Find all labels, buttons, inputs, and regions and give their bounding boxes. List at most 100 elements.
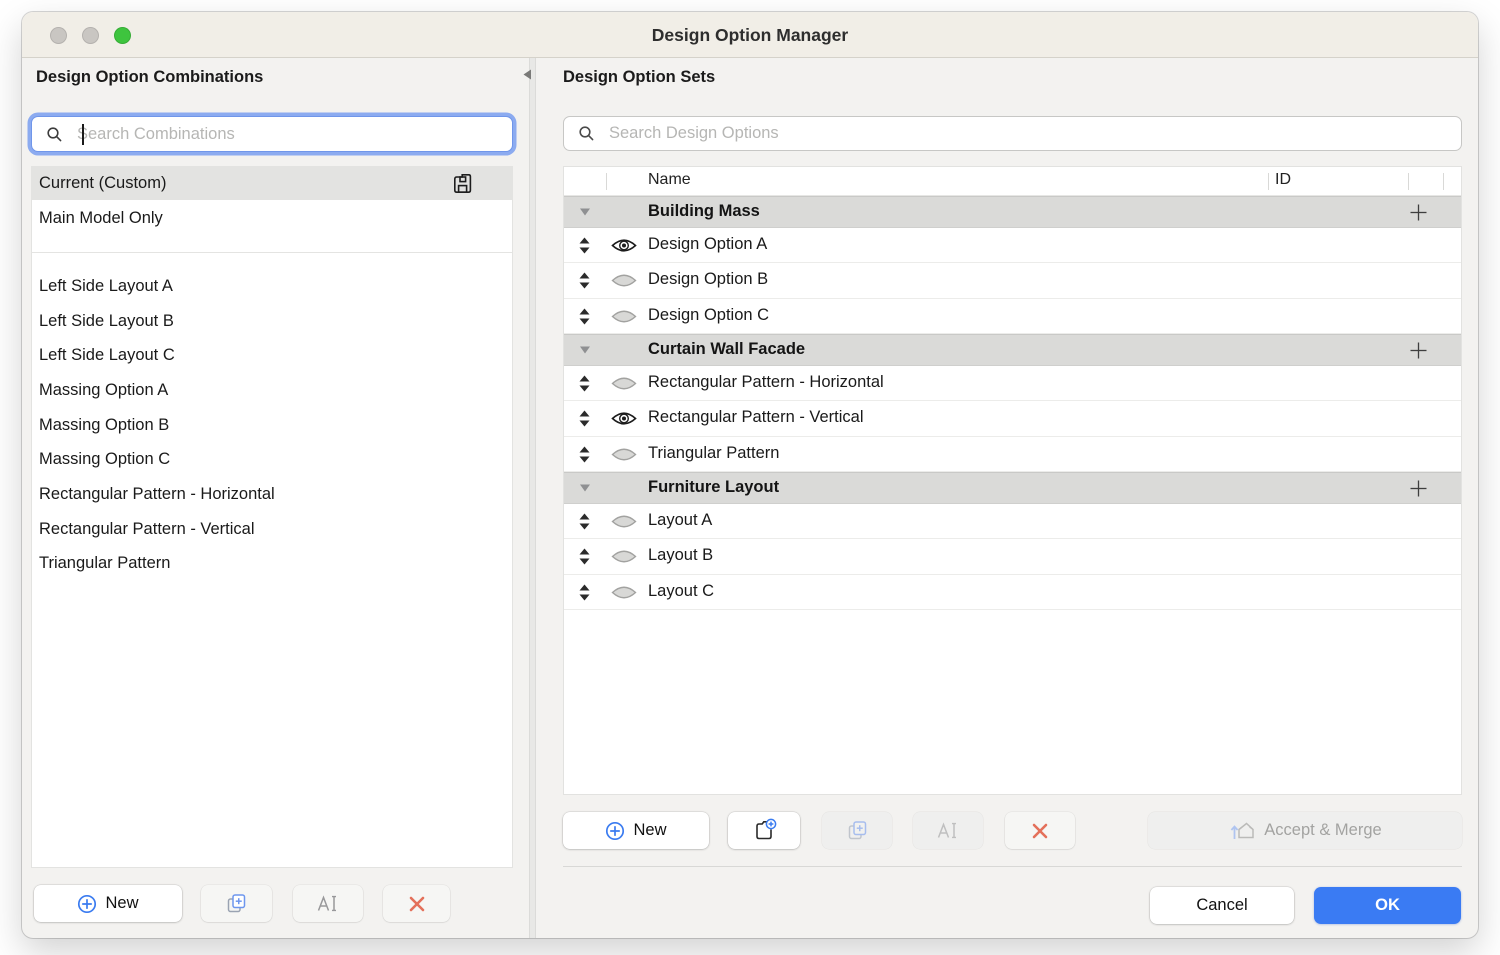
combination-item-current[interactable]: Current (Custom) <box>32 167 512 200</box>
option-name: Triangular Pattern <box>648 444 779 463</box>
column-divider <box>1443 173 1444 190</box>
disclosure-triangle-icon[interactable] <box>579 483 591 493</box>
design-option-row[interactable]: Rectangular Pattern - Vertical <box>564 401 1461 437</box>
option-name: Rectangular Pattern - Horizontal <box>648 373 884 392</box>
disclosure-triangle-icon[interactable] <box>579 207 591 217</box>
drag-handle-icon[interactable] <box>578 409 591 428</box>
sets-table: Name ID Building Mass Design Option A Desi… <box>563 166 1462 795</box>
add-option-button[interactable] <box>1409 341 1428 360</box>
eye-hidden-icon[interactable] <box>611 513 637 530</box>
combination-item[interactable]: Left Side Layout C <box>32 338 512 373</box>
delete-option-button[interactable] <box>1005 812 1075 849</box>
eye-visible-icon[interactable] <box>611 237 637 254</box>
combination-item[interactable]: Main Model Only <box>32 200 512 236</box>
plus-circle-icon <box>77 894 97 914</box>
option-name: Design Option B <box>648 270 768 289</box>
combination-item[interactable]: Rectangular Pattern - Horizontal <box>32 477 512 512</box>
set-group-row[interactable]: Curtain Wall Facade <box>564 334 1461 366</box>
name-column-header: Name <box>648 171 691 189</box>
sets-panel: Design Option Sets Name ID Building Mass… <box>536 58 1478 938</box>
column-divider <box>606 173 607 190</box>
ok-button[interactable]: OK <box>1314 887 1461 924</box>
new-button-label: New <box>633 821 666 840</box>
duplicate-icon <box>845 818 870 843</box>
column-divider <box>1268 173 1269 190</box>
rename-option-button[interactable] <box>913 812 983 849</box>
collapse-panel-icon[interactable] <box>523 67 532 85</box>
drag-handle-icon[interactable] <box>578 547 591 566</box>
eye-hidden-icon[interactable] <box>611 272 637 289</box>
add-option-button[interactable] <box>1409 203 1428 222</box>
combination-item[interactable]: Massing Option A <box>32 373 512 408</box>
cancel-label: Cancel <box>1196 896 1247 915</box>
combination-list: Current (Custom) Main Model Only Left Si… <box>31 166 513 868</box>
delete-combination-button[interactable] <box>383 885 450 922</box>
combinations-panel: Design Option Combinations Current (Cust… <box>22 58 529 938</box>
option-name: Layout B <box>648 546 713 565</box>
drag-handle-icon[interactable] <box>578 445 591 464</box>
drag-handle-icon[interactable] <box>578 271 591 290</box>
search-icon <box>46 126 63 143</box>
dialog-content: Design Option Combinations Current (Cust… <box>22 58 1478 938</box>
accept-merge-house-icon <box>1228 819 1256 843</box>
design-option-row[interactable]: Rectangular Pattern - Horizontal <box>564 366 1461 402</box>
option-name: Rectangular Pattern - Vertical <box>648 408 864 427</box>
new-option-in-set-button[interactable] <box>728 812 800 849</box>
accept-merge-button[interactable]: Accept & Merge <box>1148 812 1462 849</box>
combinations-search-input[interactable] <box>63 117 512 151</box>
set-name: Building Mass <box>648 202 760 221</box>
eye-hidden-icon[interactable] <box>611 308 637 325</box>
panel-splitter[interactable] <box>529 58 536 938</box>
design-option-row[interactable]: Layout C <box>564 575 1461 611</box>
design-option-row[interactable]: Triangular Pattern <box>564 437 1461 473</box>
plus-circle-icon <box>605 821 625 841</box>
set-name: Furniture Layout <box>648 478 779 497</box>
eye-hidden-icon[interactable] <box>611 375 637 392</box>
eye-hidden-icon[interactable] <box>611 446 637 463</box>
combination-item[interactable]: Triangular Pattern <box>32 547 512 582</box>
sets-search-input[interactable] <box>595 117 1461 150</box>
duplicate-option-button[interactable] <box>822 812 892 849</box>
drag-handle-icon[interactable] <box>578 374 591 393</box>
set-group-row[interactable]: Building Mass <box>564 196 1461 228</box>
combination-item[interactable]: Rectangular Pattern - Vertical <box>32 512 512 547</box>
set-name: Curtain Wall Facade <box>648 340 805 359</box>
combinations-heading: Design Option Combinations <box>36 68 263 87</box>
drag-handle-icon[interactable] <box>578 236 591 255</box>
disclosure-triangle-icon[interactable] <box>579 345 591 355</box>
design-option-row[interactable]: Design Option A <box>564 228 1461 264</box>
drag-handle-icon[interactable] <box>578 583 591 602</box>
combination-item[interactable]: Massing Option B <box>32 408 512 443</box>
rename-icon <box>935 819 961 843</box>
set-group-row[interactable]: Furniture Layout <box>564 472 1461 504</box>
eye-hidden-icon[interactable] <box>611 548 637 565</box>
window-title: Design Option Manager <box>22 12 1478 58</box>
design-option-row[interactable]: Design Option C <box>564 299 1461 335</box>
eye-hidden-icon[interactable] <box>611 584 637 601</box>
new-combination-button[interactable]: New <box>34 885 182 922</box>
combination-item[interactable]: Left Side Layout A <box>32 269 512 304</box>
cancel-button[interactable]: Cancel <box>1150 887 1294 924</box>
sets-actions: New <box>536 812 1478 849</box>
design-option-row[interactable]: Layout A <box>564 504 1461 540</box>
option-name: Layout A <box>648 511 712 530</box>
new-set-button[interactable]: New <box>563 812 709 849</box>
drag-handle-icon[interactable] <box>578 512 591 531</box>
combination-item[interactable]: Left Side Layout B <box>32 304 512 339</box>
design-option-row[interactable]: Layout B <box>564 539 1461 575</box>
rename-combination-button[interactable] <box>293 885 363 922</box>
eye-visible-icon[interactable] <box>611 410 637 427</box>
list-separator <box>32 236 512 253</box>
id-column-header: ID <box>1275 171 1291 189</box>
option-name: Layout C <box>648 582 714 601</box>
drag-handle-icon[interactable] <box>578 307 591 326</box>
design-option-manager-window: Design Option Manager Design Option Comb… <box>22 12 1478 938</box>
combinations-search[interactable] <box>31 116 513 152</box>
duplicate-icon <box>224 891 249 916</box>
duplicate-combination-button[interactable] <box>201 885 272 922</box>
sets-search[interactable] <box>563 116 1462 151</box>
add-option-button[interactable] <box>1409 479 1428 498</box>
save-icon[interactable] <box>450 171 475 201</box>
combination-item[interactable]: Massing Option C <box>32 442 512 477</box>
design-option-row[interactable]: Design Option B <box>564 263 1461 299</box>
